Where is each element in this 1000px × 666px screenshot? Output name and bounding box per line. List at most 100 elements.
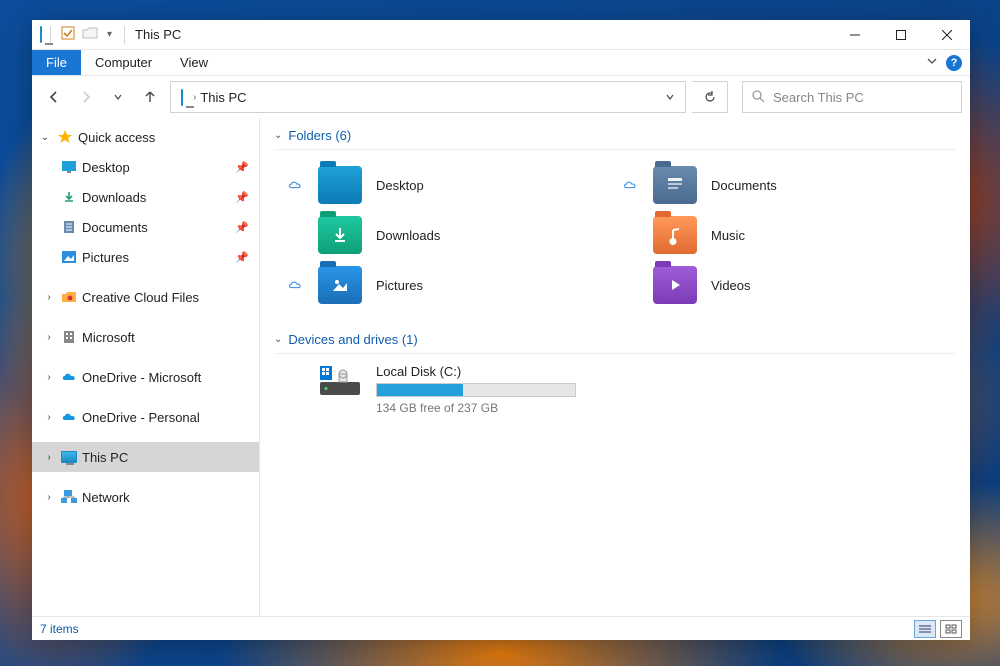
- drive-free-text: 134 GB free of 237 GB: [376, 401, 576, 415]
- sidebar-item-documents[interactable]: Documents 📌: [32, 212, 259, 242]
- pin-icon: 📌: [235, 251, 249, 264]
- folder-label: Music: [711, 228, 745, 243]
- sidebar-item-pictures[interactable]: Pictures 📌: [32, 242, 259, 272]
- maximize-button[interactable]: [878, 20, 924, 50]
- large-icons-view-button[interactable]: [940, 620, 962, 638]
- group-title: Folders (6): [288, 128, 351, 143]
- help-icon[interactable]: ?: [946, 55, 962, 71]
- microsoft-icon: [60, 328, 78, 346]
- tab-view[interactable]: View: [166, 50, 222, 75]
- pin-icon: 📌: [235, 161, 249, 174]
- back-button[interactable]: [40, 83, 68, 111]
- pictures-folder-icon: [318, 266, 362, 304]
- star-icon: [56, 128, 74, 146]
- separator: [50, 26, 51, 44]
- documents-icon: [60, 218, 78, 236]
- pin-icon: 📌: [235, 221, 249, 234]
- sidebar-item-network[interactable]: › Network: [32, 482, 259, 512]
- downloads-folder-icon: [318, 216, 362, 254]
- ribbon: File Computer View ?: [32, 50, 970, 76]
- up-button[interactable]: [136, 83, 164, 111]
- desktop-folder-icon: [318, 166, 362, 204]
- sidebar-item-microsoft[interactable]: › Microsoft: [32, 322, 259, 352]
- sidebar-item-label: Microsoft: [82, 330, 135, 345]
- storage-bar-fill: [377, 384, 463, 396]
- minimize-button[interactable]: [832, 20, 878, 50]
- sidebar-item-label: OneDrive - Microsoft: [82, 370, 201, 385]
- desktop-icon: [60, 158, 78, 176]
- folder-item[interactable]: Downloads: [286, 210, 621, 260]
- onedrive-icon: [60, 408, 78, 426]
- sidebar-item-label: Pictures: [82, 250, 129, 265]
- computer-icon: [60, 448, 78, 466]
- group-header-drives[interactable]: ⌄ Devices and drives (1): [274, 328, 956, 354]
- sidebar-item-creative-cloud[interactable]: › Creative Cloud Files: [32, 282, 259, 312]
- ribbon-expand-icon[interactable]: [926, 55, 938, 70]
- navigation-pane[interactable]: ⌄ Quick access Desktop 📌 Downloads 📌 Doc…: [32, 118, 260, 616]
- tab-file[interactable]: File: [32, 50, 81, 75]
- chevron-down-icon[interactable]: ⌄: [274, 130, 282, 141]
- chevron-right-icon[interactable]: ›: [42, 452, 56, 463]
- folder-label: Documents: [711, 178, 777, 193]
- new-folder-icon[interactable]: [81, 27, 99, 42]
- creative-cloud-icon: [60, 288, 78, 306]
- cloud-status-icon: [286, 277, 304, 293]
- window-controls: [832, 20, 970, 50]
- computer-icon: [34, 27, 42, 42]
- sidebar-item-onedrive-microsoft[interactable]: › OneDrive - Microsoft: [32, 362, 259, 392]
- tab-computer[interactable]: Computer: [81, 50, 166, 75]
- close-button[interactable]: [924, 20, 970, 50]
- sidebar-item-desktop[interactable]: Desktop 📌: [32, 152, 259, 182]
- sidebar-item-downloads[interactable]: Downloads 📌: [32, 182, 259, 212]
- music-folder-icon: [653, 216, 697, 254]
- details-view-button[interactable]: [914, 620, 936, 638]
- chevron-right-icon[interactable]: ›: [42, 292, 56, 303]
- sidebar-item-this-pc[interactable]: › This PC: [32, 442, 259, 472]
- chevron-right-icon[interactable]: ›: [42, 332, 56, 343]
- separator: [124, 26, 125, 44]
- sidebar-item-label: Quick access: [78, 130, 155, 145]
- forward-button[interactable]: [72, 83, 100, 111]
- breadcrumb-separator-icon[interactable]: ›: [189, 92, 200, 103]
- drive-info: Local Disk (C:) 134 GB free of 237 GB: [376, 364, 576, 415]
- folder-item[interactable]: Documents: [621, 160, 956, 210]
- chevron-right-icon[interactable]: ›: [42, 412, 56, 423]
- titlebar[interactable]: ▾ This PC: [32, 20, 970, 50]
- sidebar-item-label: Creative Cloud Files: [82, 290, 199, 305]
- folder-item[interactable]: Music: [621, 210, 956, 260]
- file-explorer-window: ▾ This PC File Computer View ?: [32, 20, 970, 640]
- sidebar-item-label: This PC: [82, 450, 128, 465]
- refresh-button[interactable]: [692, 81, 728, 113]
- sidebar-item-onedrive-personal[interactable]: › OneDrive - Personal: [32, 402, 259, 432]
- address-bar[interactable]: › This PC: [170, 81, 686, 113]
- sidebar-item-label: Documents: [82, 220, 148, 235]
- chevron-down-icon[interactable]: ⌄: [274, 334, 282, 345]
- videos-folder-icon: [653, 266, 697, 304]
- chevron-right-icon[interactable]: ›: [42, 372, 56, 383]
- address-history-chevron-icon[interactable]: [659, 92, 681, 102]
- folder-item[interactable]: Pictures: [286, 260, 621, 310]
- sidebar-item-quick-access[interactable]: ⌄ Quick access: [32, 122, 259, 152]
- storage-bar: [376, 383, 576, 397]
- qat-chevron-icon[interactable]: ▾: [103, 29, 116, 40]
- breadcrumb-location[interactable]: This PC: [200, 90, 246, 105]
- group-header-folders[interactable]: ⌄ Folders (6): [274, 124, 956, 150]
- chevron-down-icon[interactable]: ⌄: [38, 132, 52, 143]
- cloud-status-icon: [621, 177, 639, 193]
- item-count: 7 items: [40, 622, 79, 636]
- recent-locations-button[interactable]: [104, 83, 132, 111]
- content-pane[interactable]: ⌄ Folders (6) Desktop Documents Downl: [260, 118, 970, 616]
- folder-item[interactable]: Desktop: [286, 160, 621, 210]
- folder-grid: Desktop Documents Downloads Music: [274, 150, 956, 328]
- chevron-right-icon[interactable]: ›: [42, 492, 56, 503]
- window-title: This PC: [131, 27, 181, 42]
- search-input[interactable]: [773, 90, 953, 105]
- sidebar-item-label: Downloads: [82, 190, 146, 205]
- folder-item[interactable]: Videos: [621, 260, 956, 310]
- properties-icon[interactable]: [59, 26, 77, 43]
- pictures-icon: [60, 248, 78, 266]
- drive-item[interactable]: Local Disk (C:) 134 GB free of 237 GB: [274, 354, 956, 415]
- folder-label: Desktop: [376, 178, 424, 193]
- address-row: › This PC: [32, 76, 970, 118]
- search-box[interactable]: [742, 81, 962, 113]
